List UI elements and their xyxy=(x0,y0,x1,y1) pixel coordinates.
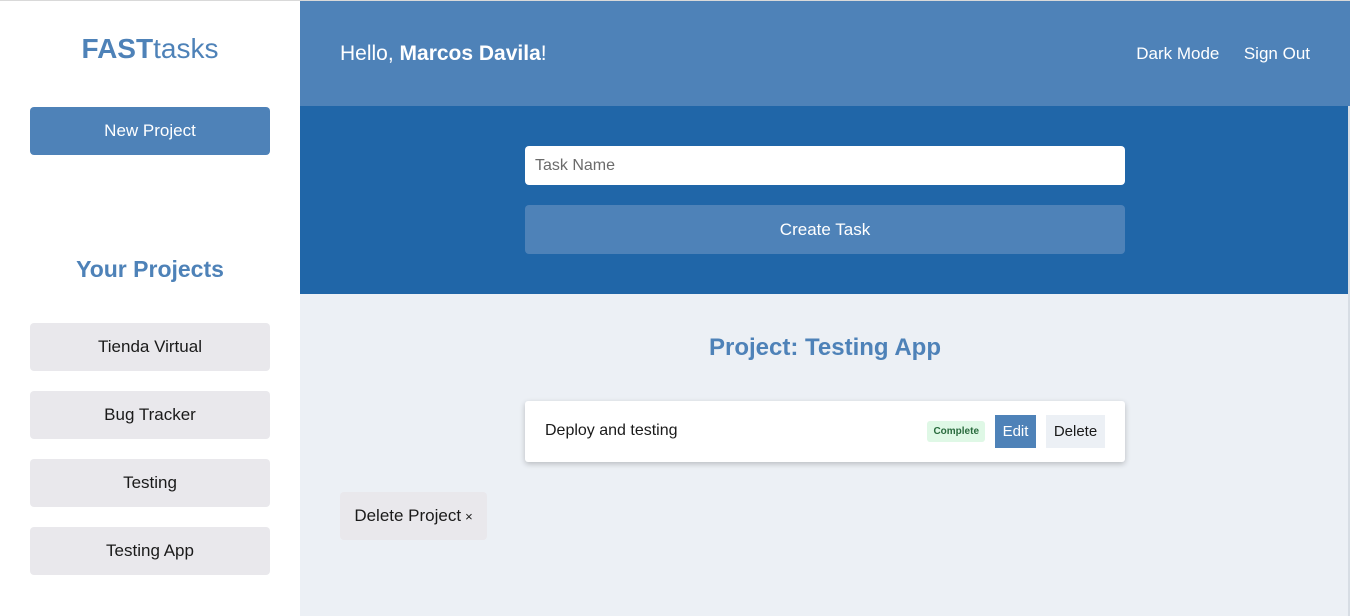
greeting: Hello, Marcos Davila! xyxy=(340,41,547,67)
edit-task-button[interactable]: Edit xyxy=(995,415,1036,448)
greeting-suffix: ! xyxy=(540,42,547,65)
logo-light-text: tasks xyxy=(153,33,219,64)
status-badge[interactable]: Complete xyxy=(927,421,985,442)
main-content: Hello, Marcos Davila! Dark Mode Sign Out… xyxy=(300,0,1350,616)
top-header: Hello, Marcos Davila! Dark Mode Sign Out xyxy=(300,0,1350,106)
task-name: Deploy and testing xyxy=(545,422,678,439)
app-logo[interactable]: FASTtasks xyxy=(0,31,300,67)
delete-task-button[interactable]: Delete xyxy=(1046,415,1105,448)
header-nav: Dark Mode Sign Out xyxy=(1116,44,1310,64)
create-task-button[interactable]: Create Task xyxy=(525,205,1125,254)
project-item-testing-app[interactable]: Testing App xyxy=(30,527,270,575)
sign-out-button[interactable]: Sign Out xyxy=(1244,44,1310,64)
close-icon: × xyxy=(465,509,473,524)
project-title: Project: Testing App xyxy=(708,334,941,361)
your-projects-heading: Your Projects xyxy=(76,256,224,282)
delete-project-button[interactable]: Delete Project × xyxy=(340,492,487,540)
greeting-prefix: Hello, xyxy=(340,42,400,65)
project-item-testing[interactable]: Testing xyxy=(30,459,270,507)
project-item-bug-tracker[interactable]: Bug Tracker xyxy=(30,391,270,439)
task-name-input[interactable] xyxy=(525,146,1125,185)
new-project-button[interactable]: New Project xyxy=(30,107,270,155)
user-name: Marcos Davila xyxy=(399,42,541,65)
delete-project-label: Delete Project xyxy=(354,506,462,525)
project-item-tienda-virtual[interactable]: Tienda Virtual xyxy=(30,323,270,371)
logo-bold-text: FAST xyxy=(81,33,154,64)
dark-mode-button[interactable]: Dark Mode xyxy=(1136,44,1219,64)
task-card: Deploy and testing Complete Edit Delete xyxy=(525,401,1125,462)
sidebar: FASTtasks New Project Your Projects Tien… xyxy=(0,0,300,616)
task-form: Create Task xyxy=(300,106,1350,294)
task-actions: Complete Edit Delete xyxy=(927,415,1105,448)
project-list: Tienda Virtual Bug Tracker Testing Testi… xyxy=(30,323,270,595)
